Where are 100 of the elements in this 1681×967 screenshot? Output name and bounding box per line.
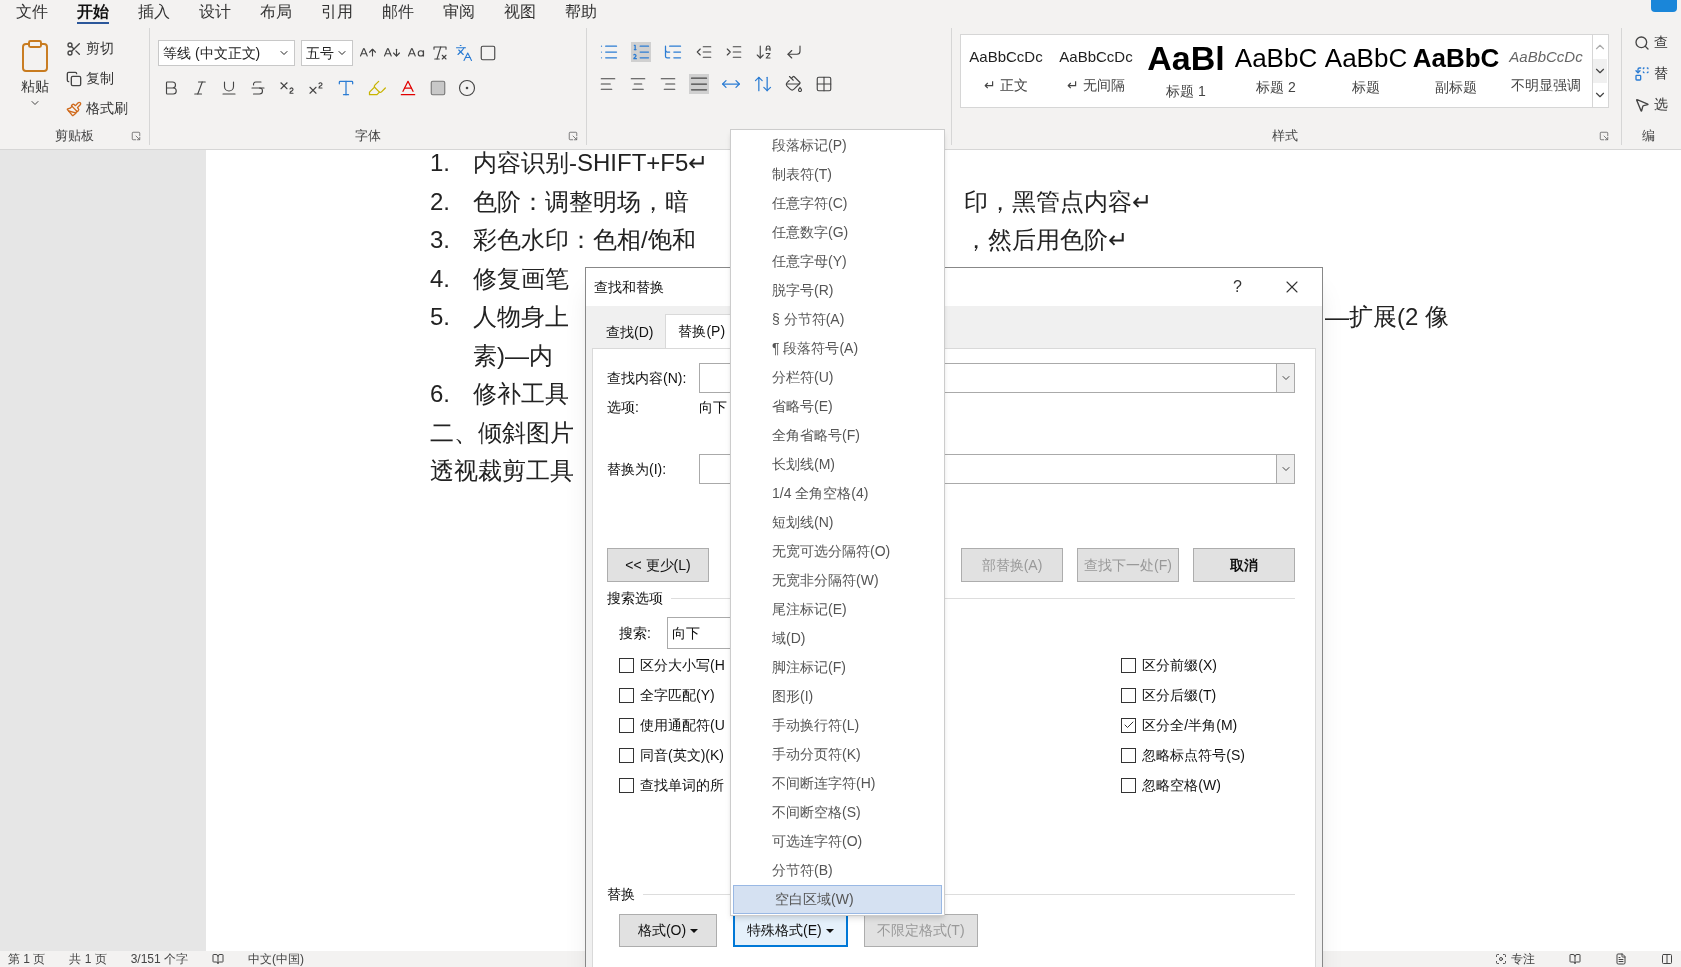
menu-item[interactable]: 长划线(M) [731,450,944,479]
status-text[interactable]: 3/151 个字 [130,953,189,965]
menu-item[interactable]: 省略号(E) [731,392,944,421]
paint-bucket-icon[interactable] [785,75,803,93]
strikethrough-icon[interactable] [249,79,267,97]
clear-format-icon[interactable] [431,44,449,62]
menu-item[interactable]: 手动换行符(L) [731,711,944,740]
checkbox[interactable] [1121,747,1137,763]
text-effect-icon[interactable] [336,78,356,98]
align-right-icon[interactable] [659,75,677,93]
style-option[interactable]: AaBbCcDc ↵ 无间隔 [1051,35,1141,107]
clipboard-action[interactable]: 格式刷 [66,98,128,119]
menu-item[interactable]: 手动分页符(K) [731,740,944,769]
status-text[interactable]: 共 1 页 [69,953,107,965]
launcher-icon[interactable] [131,131,141,141]
menu-item[interactable]: 无宽非分隔符(W) [731,566,944,595]
character-border-icon[interactable] [479,44,497,62]
menu-item[interactable]: 任意字符(C) [731,189,944,218]
menu-item[interactable]: 脚注标记(F) [731,653,944,682]
checkbox[interactable] [619,777,634,793]
menu-item[interactable]: 1/4 全角空格(4) [731,479,944,508]
checkbox[interactable] [619,717,634,733]
menu-item[interactable]: 图形(I) [731,682,944,711]
clipboard-action[interactable]: 剪切 [66,38,128,59]
menu-item[interactable]: 全角省略号(F) [731,421,944,450]
italic-icon[interactable] [191,79,209,97]
checkbox[interactable] [1121,657,1137,673]
menu-item[interactable]: 不间断空格(S) [731,798,944,827]
justify-icon[interactable] [689,74,709,94]
clipboard-action[interactable]: 复制 [66,68,128,89]
checkbox[interactable] [1121,687,1137,703]
checkbox[interactable] [1121,777,1137,793]
numbered-list-icon[interactable] [631,42,651,62]
menu-item[interactable]: 可选连字符(O) [731,827,944,856]
line-spacing-icon[interactable] [753,74,773,94]
menu-item[interactable]: 制表符(T) [731,160,944,189]
checkbox[interactable] [619,657,634,673]
menu-item[interactable]: 短划线(N) [731,508,944,537]
read-mode-icon[interactable] [1569,953,1581,965]
menu-item[interactable]: 分栏符(U) [731,363,944,392]
launcher-icon[interactable] [1599,131,1609,141]
format-button[interactable]: 格式(O) [619,914,717,947]
focus-mode-button[interactable]: 专注 [1511,953,1535,965]
style-option[interactable]: AaBbC 标题 [1321,35,1411,107]
sort-icon[interactable] [755,43,773,61]
editing-action[interactable]: 替 [1634,63,1681,84]
enclosed-character-icon[interactable] [458,79,476,97]
paragraph-mark-icon[interactable] [785,43,803,61]
menu-item[interactable]: 段落标记(P) [731,131,944,160]
menu-tab[interactable]: 视图 [504,0,565,24]
increase-indent-icon[interactable] [725,43,743,61]
menu-item[interactable]: 任意数字(G) [731,218,944,247]
menu-item[interactable]: 不间断连字符(H) [731,769,944,798]
print-layout-icon[interactable] [1615,953,1627,965]
checkbox[interactable] [619,747,634,763]
style-option[interactable]: AaBbC 标题 2 [1231,35,1321,107]
font-color-icon[interactable] [398,78,418,98]
style-option[interactable]: AaBbCcDc 不明显强调 [1501,35,1591,107]
editing-action[interactable]: 查 [1634,32,1681,53]
help-button[interactable]: ? [1233,275,1242,299]
menu-tab[interactable]: 开始 [77,0,138,24]
font-size-select[interactable]: 五号 [301,40,353,66]
status-text[interactable]: 第 1 页 [8,953,46,965]
menu-tab[interactable]: 审阅 [443,0,504,24]
underline-icon[interactable] [220,79,238,97]
dialog-button[interactable]: << 更少(L) [607,548,709,582]
menu-tab[interactable]: 设计 [199,0,260,24]
style-option[interactable]: AaBbC 副标题 [1411,35,1501,107]
style-option[interactable]: AaBbCcDc ↵ 正文 [961,35,1051,107]
menu-item[interactable]: 任意字母(Y) [731,247,944,276]
paste-button[interactable]: 粘贴 [12,36,58,127]
format-button[interactable]: 特殊格式(E) [733,914,848,947]
menu-tab[interactable]: 布局 [260,0,321,24]
dialog-button[interactable]: 取消 [1193,548,1295,582]
menu-tab[interactable]: 文件 [16,0,77,24]
borders-icon[interactable] [815,75,833,93]
menu-tab[interactable]: 引用 [321,0,382,24]
style-option[interactable]: AaBl 标题 1 [1141,35,1231,107]
editing-action[interactable]: 选 [1634,94,1681,115]
checkbox[interactable] [1121,717,1137,733]
menu-tab[interactable]: 插入 [138,0,199,24]
status-text[interactable]: 中文(中国) [248,953,305,965]
align-center-icon[interactable] [629,75,647,93]
menu-item[interactable]: 脱字号(R) [731,276,944,305]
font-name-select[interactable]: 等线 (中文正文) [158,40,295,66]
menu-item[interactable]: 无宽可选分隔符(O) [731,537,944,566]
menu-tab[interactable]: 邮件 [382,0,443,24]
web-layout-icon[interactable] [1661,953,1673,965]
decrease-indent-icon[interactable] [695,43,713,61]
launcher-icon[interactable] [568,131,578,141]
character-shading-icon[interactable] [429,79,447,97]
menu-item[interactable]: 空白区域(W) [733,885,942,914]
menu-item[interactable]: 分节符(B) [731,856,944,885]
superscript-icon[interactable] [307,79,325,97]
proofing-icon[interactable] [212,953,225,965]
subscript-icon[interactable] [278,79,296,97]
menu-tab[interactable]: 帮助 [565,0,626,24]
align-left-icon[interactable] [599,75,617,93]
scroll-down-icon[interactable] [1593,59,1607,83]
checkbox[interactable] [619,687,634,703]
